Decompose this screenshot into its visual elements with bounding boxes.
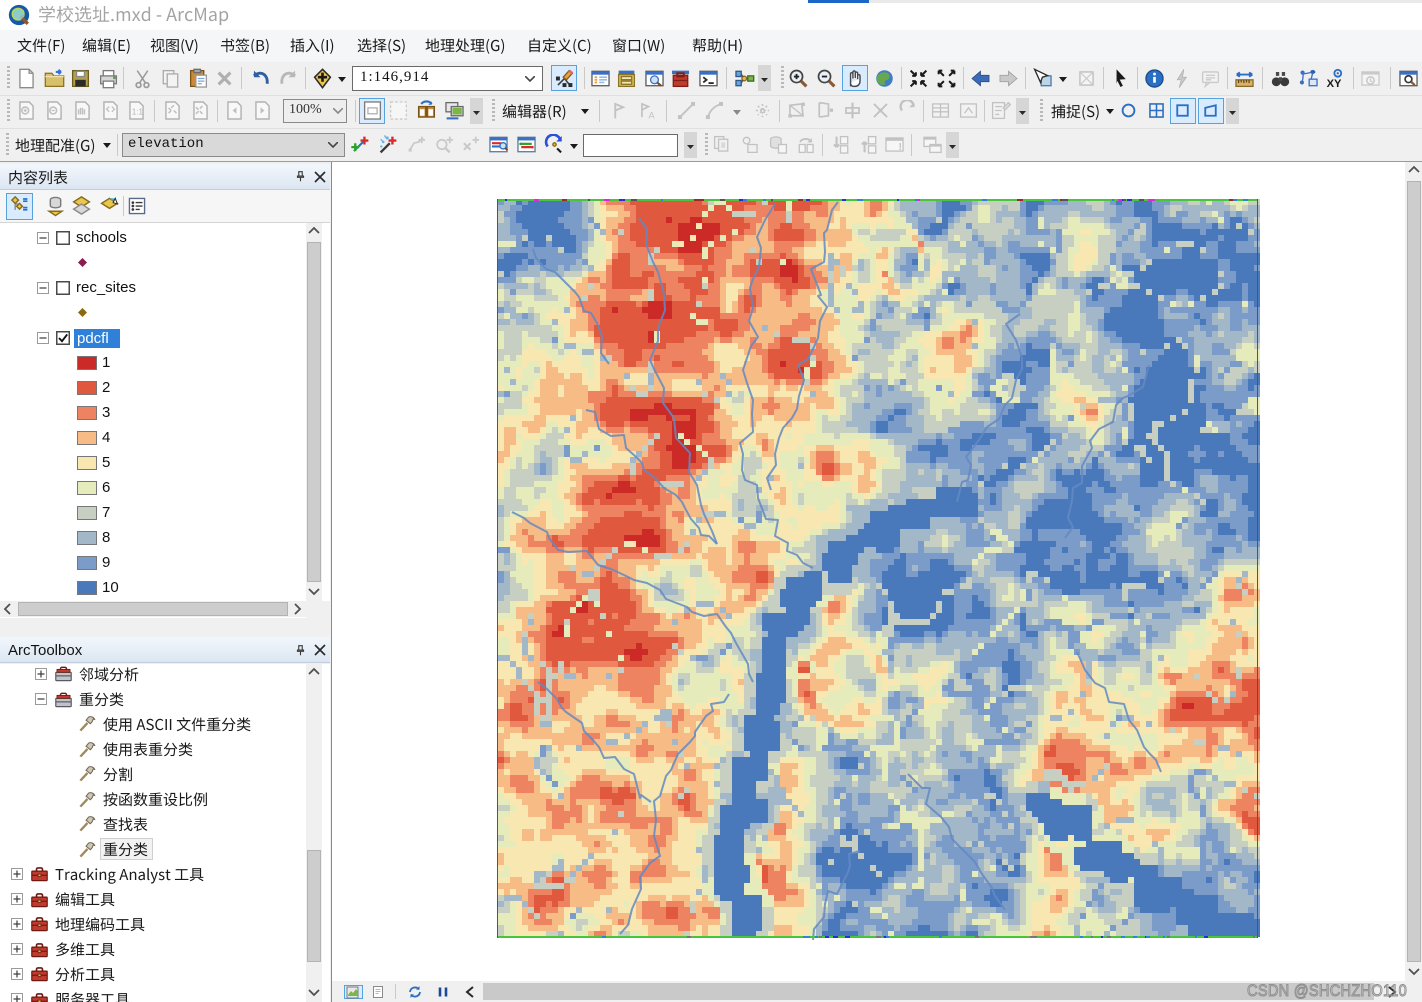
svg-text:A: A	[649, 110, 656, 120]
svg-text:1:1: 1:1	[132, 107, 143, 116]
svg-text:XY: XY	[1327, 78, 1342, 89]
svg-text:!: !	[898, 141, 902, 153]
